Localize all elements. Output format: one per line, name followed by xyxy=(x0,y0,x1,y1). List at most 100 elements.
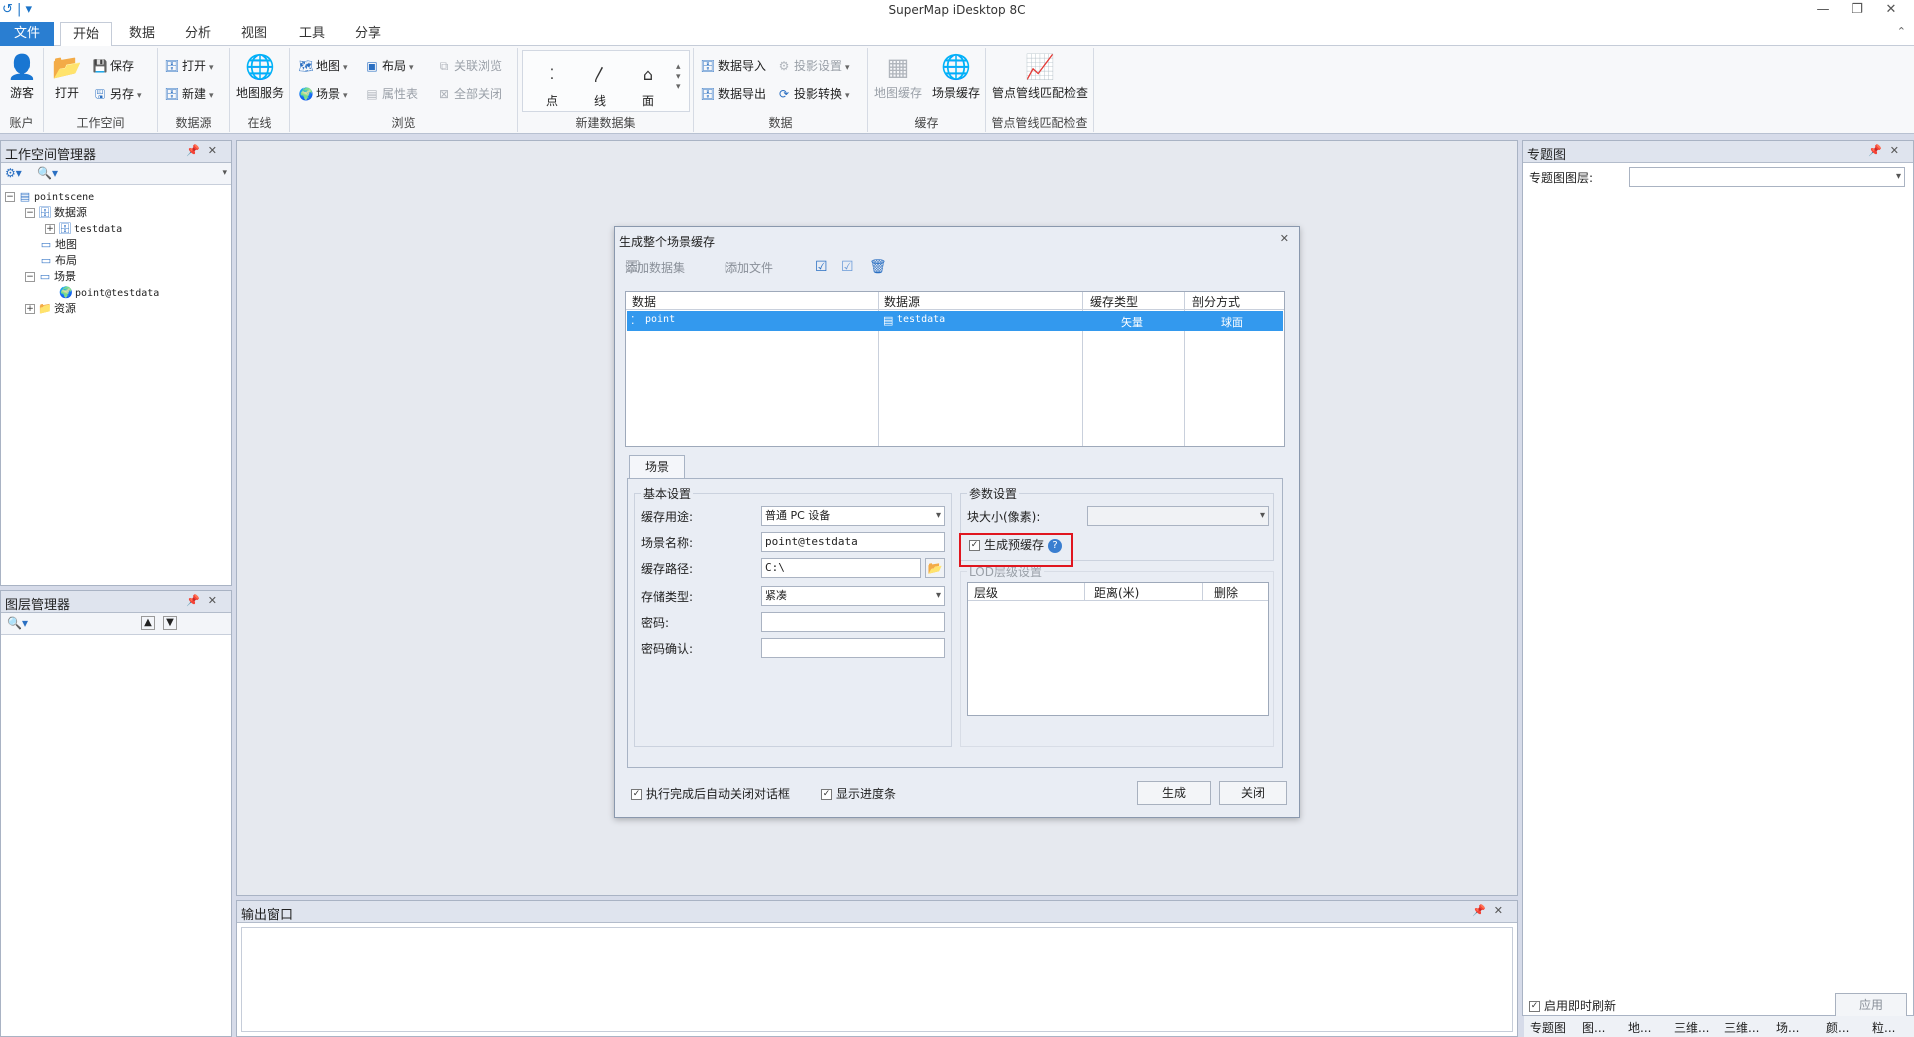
datasource-open-button[interactable]: 🗄 打开 ▾ xyxy=(164,56,213,76)
new-region-button[interactable]: ⌂ 面 xyxy=(628,60,668,109)
panel-close-icon[interactable]: ✕ xyxy=(1494,904,1511,917)
toolbar-overflow-icon[interactable]: ▾ xyxy=(222,168,227,178)
tab-share[interactable]: 分享 xyxy=(342,22,394,46)
tree-node-maps[interactable]: ▭ 地图 xyxy=(5,237,159,253)
tab-3d-1[interactable]: 三维... xyxy=(1674,1019,1709,1036)
tab-data[interactable]: 数据 xyxy=(118,22,166,46)
tab-start[interactable]: 开始 xyxy=(60,22,112,47)
panel-close-icon[interactable]: ✕ xyxy=(208,144,225,157)
tab-color[interactable]: 颜... xyxy=(1826,1019,1849,1036)
tab-view[interactable]: 视图 xyxy=(228,22,280,46)
browse-map-button[interactable]: 🗺 地图 ▾ xyxy=(298,56,347,76)
browse-layout-button[interactable]: ▣ 布局 ▾ xyxy=(364,56,413,76)
save-button[interactable]: 💾 保存 xyxy=(92,56,135,76)
link-browse-button[interactable]: ⧉ 关联浏览 xyxy=(436,56,502,76)
lod-col-level: 层级 xyxy=(974,586,999,600)
restore-icon[interactable]: ❐ xyxy=(1840,0,1874,22)
close-all-button[interactable]: ⊠ 全部关闭 xyxy=(436,84,502,104)
browse-scene-button[interactable]: 🌍 场景 ▾ xyxy=(298,84,348,104)
table-row[interactable]: ⁚ point ▤ testdata 矢量 球面 xyxy=(627,311,1283,331)
tab-file[interactable]: 文件 xyxy=(0,22,54,46)
password-input[interactable] xyxy=(761,612,945,632)
gallery-scroll-icon[interactable]: ▴ ▾ ▾ xyxy=(676,62,681,92)
select-all-icon[interactable]: ☑ xyxy=(815,259,828,275)
close-icon[interactable]: ✕ xyxy=(1874,0,1908,22)
scene-cache-icon: 🌐 xyxy=(941,53,971,81)
show-progress-checkbox[interactable]: ✓ 显示进度条 xyxy=(821,785,896,802)
pin-icon[interactable]: 📌 xyxy=(186,144,208,157)
map-service-button[interactable]: 🌐 地图服务 xyxy=(234,52,286,101)
tree-node-resources[interactable]: + 📁 资源 xyxy=(5,301,159,317)
guest-button[interactable]: 👤 游客 xyxy=(4,52,40,101)
tree-node-scenes[interactable]: − ▭ 场景 xyxy=(5,269,159,285)
usage-select[interactable]: 普通 PC 设备 xyxy=(761,506,945,526)
panel-close-icon[interactable]: ✕ xyxy=(1890,144,1907,157)
search-icon[interactable]: 🔍▾ xyxy=(7,616,28,630)
tree-node-scene-item[interactable]: 🌍 point@testdata xyxy=(5,285,159,301)
dialog-close-icon[interactable]: ✕ xyxy=(1280,232,1289,245)
tree-node-datasources[interactable]: − 🗄 数据源 xyxy=(5,205,159,221)
password-confirm-input[interactable] xyxy=(761,638,945,658)
delete-icon[interactable]: 🗑 xyxy=(869,259,887,275)
cache-path-input[interactable]: C:\ xyxy=(761,558,921,578)
tab-map[interactable]: 地... xyxy=(1628,1019,1651,1036)
new-point-button[interactable]: ⁚ 点 xyxy=(532,60,572,109)
projection-convert-button[interactable]: ⟳ 投影转换 ▾ xyxy=(776,84,850,104)
collapse-ribbon-icon[interactable]: ⌃ xyxy=(1897,25,1906,38)
tab-scene[interactable]: 场... xyxy=(1776,1019,1799,1036)
new-line-button[interactable]: 〳 线 xyxy=(580,60,620,109)
panel-close-icon[interactable]: ✕ xyxy=(208,594,225,607)
map-cache-button[interactable]: ▦ 地图缓存 xyxy=(870,52,926,101)
workspace-open-button[interactable]: 📂 打开 xyxy=(50,52,84,101)
apply-button[interactable]: 应用 xyxy=(1835,993,1907,1017)
data-export-button[interactable]: 🗄 数据导出 xyxy=(700,84,766,104)
workspace-toolbar: ⚙▾ 🔍▾ ▾ xyxy=(1,163,231,185)
close-button[interactable]: 关闭 xyxy=(1219,781,1287,805)
thematic-layer-select[interactable] xyxy=(1629,167,1905,187)
output-text-area[interactable] xyxy=(241,927,1513,1032)
tree-node-testdata[interactable]: + 🗄 testdata xyxy=(5,221,159,237)
minimize-icon[interactable]: — xyxy=(1806,0,1840,22)
data-import-button[interactable]: 🗄 数据导入 xyxy=(700,56,766,76)
search-icon[interactable]: 🔍▾ xyxy=(37,166,58,180)
scene-name-label: 场景名称: xyxy=(641,536,694,550)
tab-scene-settings[interactable]: 场景 xyxy=(629,455,685,479)
cell-cache-type: 矢量 xyxy=(1121,316,1143,329)
dialog-title: 生成整个场景缓存 xyxy=(619,235,716,249)
browse-folder-icon[interactable]: 📂 xyxy=(925,558,945,578)
workspace-options-icon[interactable]: ⚙▾ xyxy=(5,166,22,180)
datasource-new-button[interactable]: 🗄 新建 ▾ xyxy=(164,84,213,104)
attribute-table-button[interactable]: ▤ 属性表 xyxy=(364,84,418,104)
tree-node-workspace[interactable]: − ▤ pointscene xyxy=(5,189,159,205)
thematic-map-panel: 专题图 📌✕ 专题图图层: ✓ 启用即时刷新 应用 xyxy=(1522,140,1914,1017)
tab-tools[interactable]: 工具 xyxy=(286,22,338,46)
save-as-button[interactable]: 🖫 另存 ▾ xyxy=(92,84,142,104)
link-icon: ⧉ xyxy=(439,59,449,73)
tree-label: testdata xyxy=(74,224,123,235)
tab-3d-2[interactable]: 三维... xyxy=(1724,1019,1759,1036)
projection-settings-button[interactable]: ⚙ 投影设置 ▾ xyxy=(776,56,850,76)
pin-icon[interactable]: 📌 xyxy=(1472,904,1494,917)
pin-icon[interactable]: 📌 xyxy=(1868,144,1890,157)
auto-close-checkbox[interactable]: ✓ 执行完成后自动关闭对话框 xyxy=(631,785,790,802)
tab-layer-style[interactable]: 图... xyxy=(1582,1019,1605,1036)
projection-settings-label: 投影设置 xyxy=(794,59,843,73)
map-icon: 🗺 xyxy=(298,59,314,73)
tree-node-layouts[interactable]: ▭ 布局 xyxy=(5,253,159,269)
tab-thematic[interactable]: 专题图 xyxy=(1530,1019,1566,1036)
invert-select-icon[interactable]: ☑ xyxy=(841,259,854,275)
thematic-panel-title: 专题图 xyxy=(1527,148,1567,163)
move-down-icon[interactable]: ▼ xyxy=(163,616,177,630)
scene-cache-button[interactable]: 🌐 场景缓存 xyxy=(928,52,984,101)
move-up-icon[interactable]: ▲ xyxy=(141,616,155,630)
scene-name-input[interactable]: point@testdata xyxy=(761,532,945,552)
tile-size-select[interactable] xyxy=(1087,506,1269,526)
tab-analysis[interactable]: 分析 xyxy=(172,22,224,46)
storage-type-select[interactable]: 紧凑 xyxy=(761,586,945,606)
pipe-check-button[interactable]: 📈 管点管线匹配检查 xyxy=(988,52,1092,101)
pin-icon[interactable]: 📌 xyxy=(186,594,208,607)
layout-icon: ▣ xyxy=(366,59,378,73)
tab-particle[interactable]: 粒... xyxy=(1872,1019,1895,1036)
auto-refresh-checkbox[interactable]: ✓ 启用即时刷新 xyxy=(1529,997,1616,1014)
generate-button[interactable]: 生成 xyxy=(1137,781,1211,805)
